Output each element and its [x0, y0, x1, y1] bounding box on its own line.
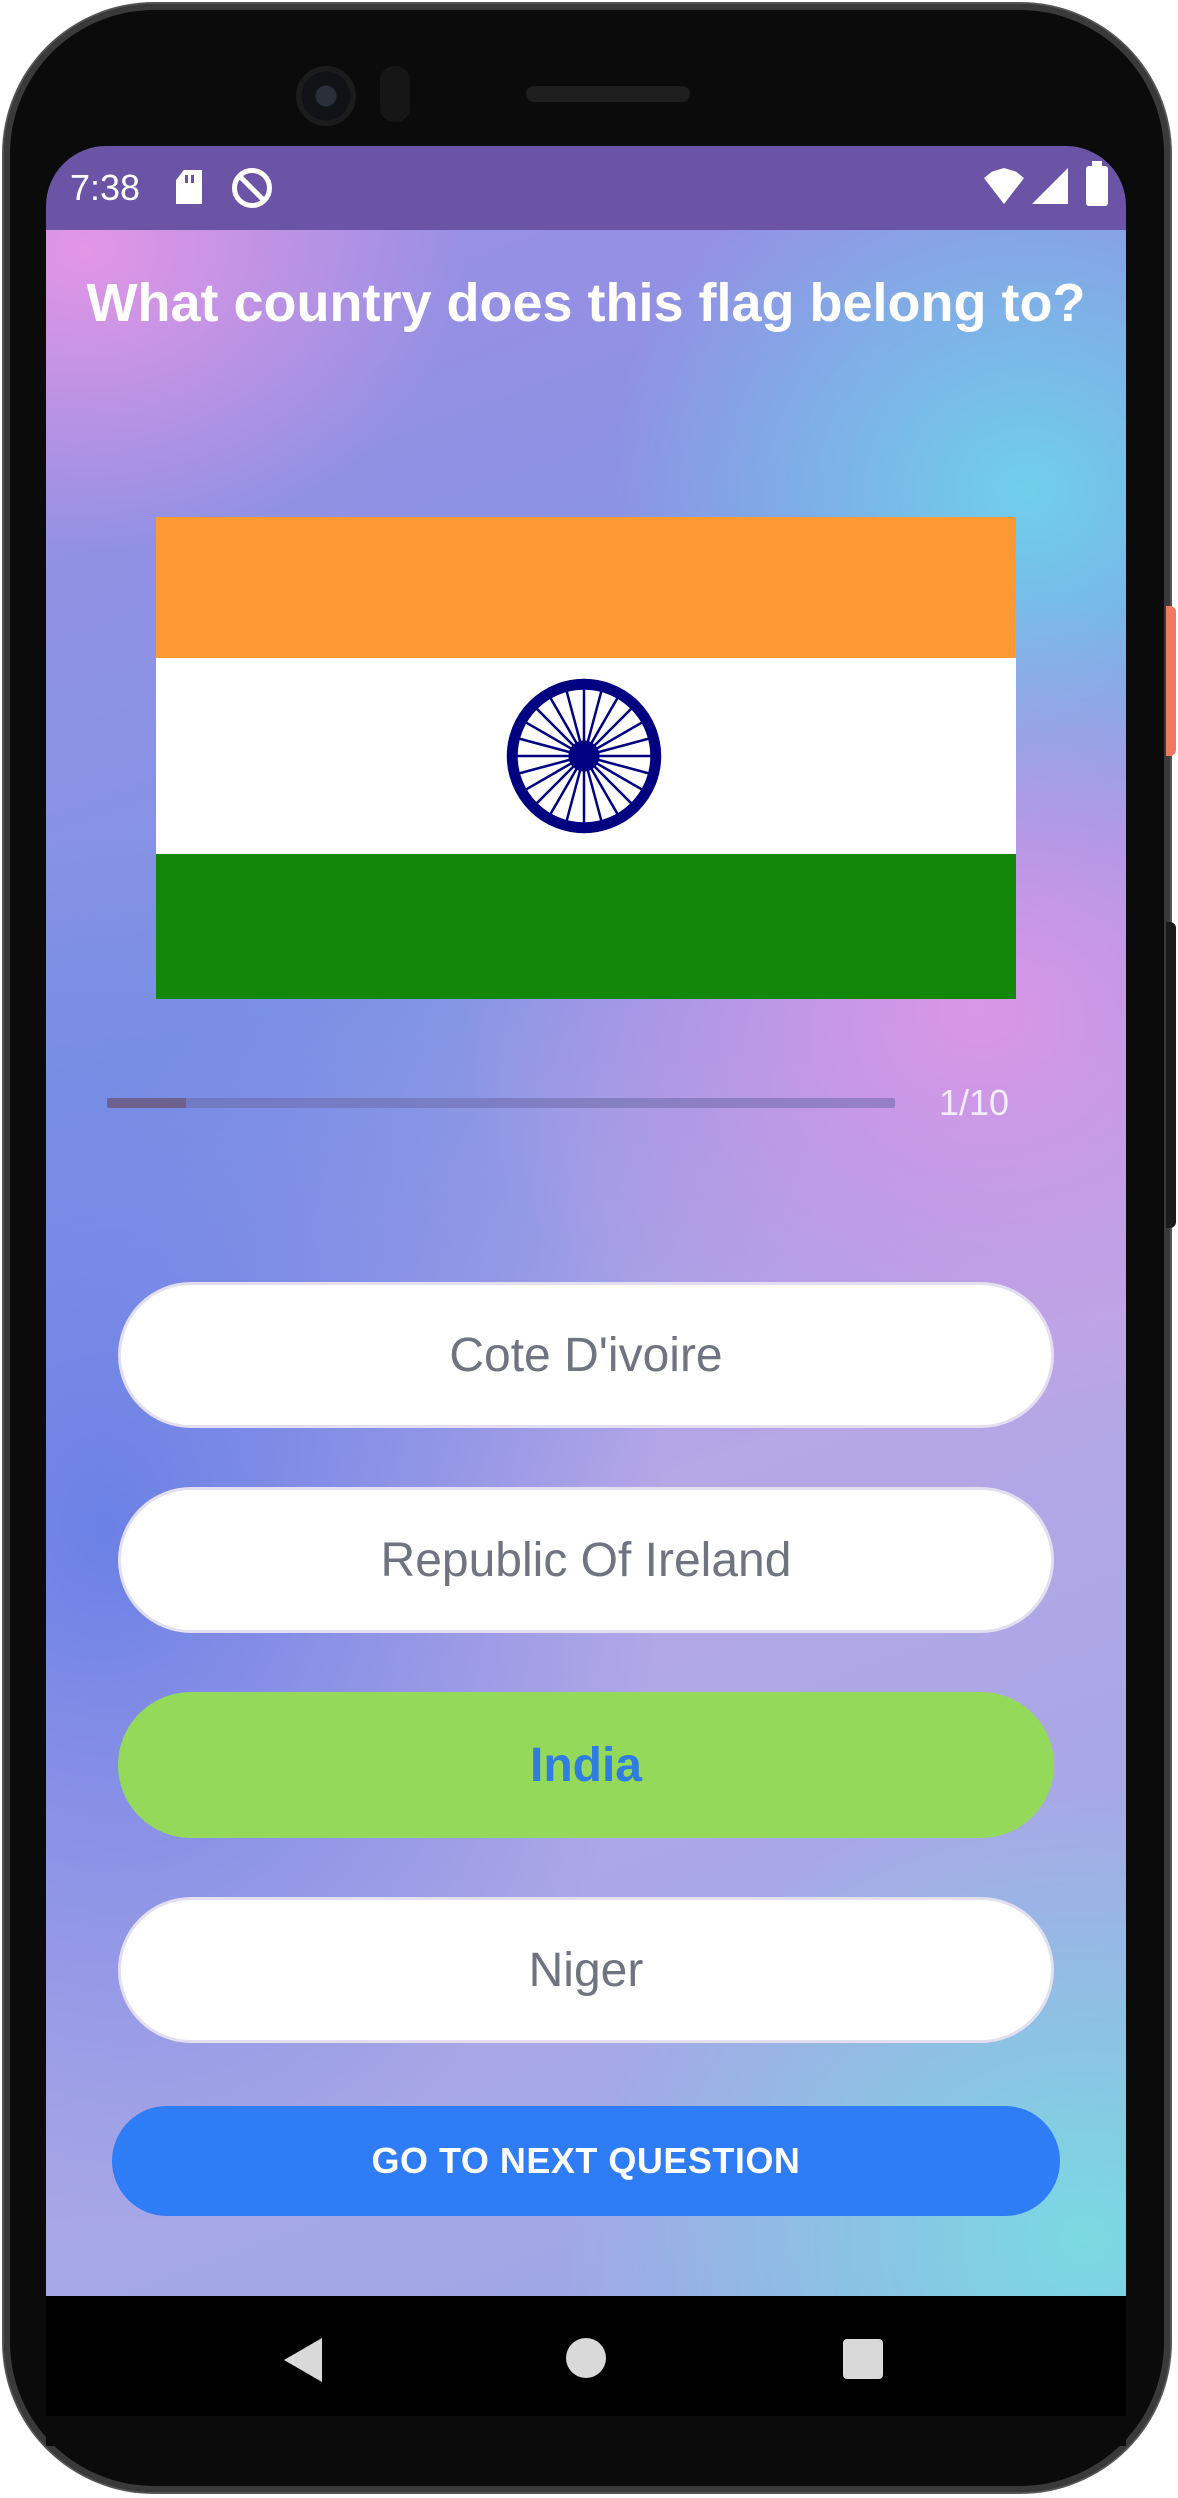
chakra-spoke: [597, 758, 650, 775]
chakra-spoke: [597, 737, 650, 754]
option-button-4[interactable]: Niger: [118, 1897, 1054, 2043]
chakra-spoke: [565, 690, 582, 743]
progress-text: 1/10: [939, 1082, 1010, 1123]
battery-icon: [1086, 161, 1108, 206]
india-flag: [156, 517, 1016, 999]
chakra-spoke: [586, 690, 603, 743]
recents-icon[interactable]: [843, 2339, 883, 2379]
wifi-icon: [984, 168, 1024, 204]
chakra-spoke: [518, 737, 571, 754]
navigation-bar: [46, 2296, 1126, 2416]
flag-green-band: [156, 854, 1016, 999]
option-button-2[interactable]: Republic Of Ireland: [118, 1487, 1054, 1633]
progress-track: [107, 1098, 895, 1108]
question-text: What country does this flag belong to?: [86, 273, 1086, 333]
volume-button: [1166, 922, 1176, 1228]
screen: 7:38 What country does this flag belong …: [46, 146, 1126, 2416]
progress-fill: [107, 1098, 186, 1108]
power-button: [1166, 606, 1176, 756]
signal-icon: [1032, 168, 1068, 204]
home-icon[interactable]: [566, 2338, 606, 2378]
phone-chin: [46, 2416, 1126, 2446]
option-button-1[interactable]: Cote D'ivoire: [118, 1282, 1054, 1428]
status-bar: 7:38: [46, 146, 1126, 230]
front-camera: [296, 66, 356, 126]
chakra-spoke: [565, 769, 582, 822]
progress-indicator: 1/10: [107, 1082, 1067, 1123]
option-button-3[interactable]: India: [118, 1692, 1054, 1838]
status-time: 7:38: [70, 167, 141, 208]
chakra-spoke: [518, 758, 571, 775]
back-icon[interactable]: [284, 2338, 322, 2382]
sd-card-icon: [176, 170, 202, 204]
earpiece-speaker: [526, 86, 690, 102]
quiz-screen: What country does this flag belong to? 1…: [46, 230, 1126, 2296]
ashoka-chakra-icon: [506, 678, 662, 834]
flag-saffron-band: [156, 517, 1016, 658]
chakra-spoke: [586, 769, 603, 822]
sync-disabled-icon: [232, 168, 272, 208]
proximity-sensor: [380, 66, 410, 122]
next-question-button[interactable]: GO TO NEXT QUESTION: [112, 2106, 1060, 2216]
